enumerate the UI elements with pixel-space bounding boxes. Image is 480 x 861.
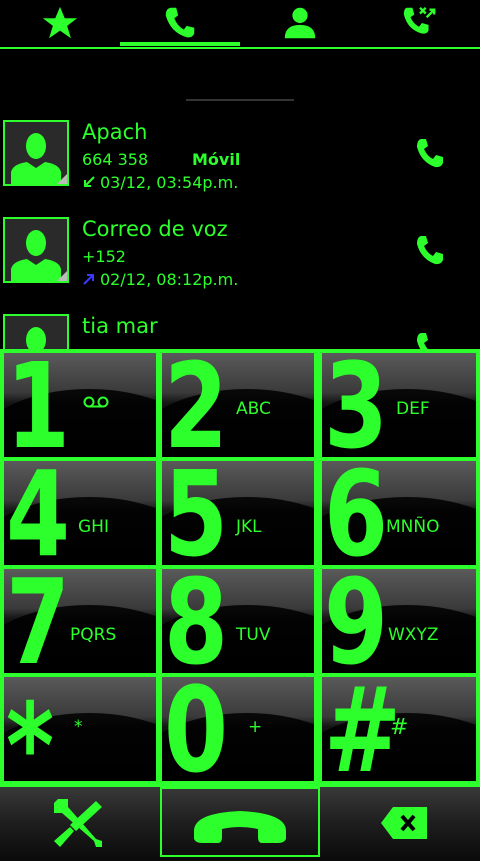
key-digit: 0	[164, 677, 228, 781]
call-log-icon	[403, 6, 436, 34]
dialpad-key-1[interactable]: 1	[4, 353, 156, 457]
active-tab-indicator	[120, 42, 240, 46]
dialpad-key-3[interactable]: 3 DEF	[322, 353, 476, 457]
dialpad: 1 2 ABC 3 DEF 4 GHI 5 JKL 6 MNÑO 7 PQRS	[0, 349, 480, 785]
contact-name: Correo de voz	[82, 217, 228, 241]
dialpad-key-5[interactable]: 5 JKL	[162, 461, 314, 565]
dialpad-key-2[interactable]: 2 ABC	[162, 353, 314, 457]
tab-call-log[interactable]	[360, 0, 480, 46]
tab-bar-divider	[0, 47, 480, 49]
key-letters: MNÑO	[386, 517, 440, 537]
key-letters: ABC	[236, 399, 271, 419]
dialpad-key-8[interactable]: 8 TUV	[162, 569, 314, 673]
key-digit: 1	[6, 353, 70, 457]
key-digit: 8	[164, 569, 228, 673]
contact-silhouette-icon	[11, 133, 61, 184]
handset-icon	[194, 811, 286, 843]
tools-icon	[54, 799, 102, 847]
key-digit: 2	[164, 353, 228, 457]
contact-number: +152	[82, 247, 126, 266]
outgoing-call-arrow-icon	[83, 274, 94, 285]
key-digit: 5	[164, 461, 228, 565]
call-time-text: 03/12, 03:54p.m.	[100, 173, 239, 192]
call-button-icon[interactable]	[414, 233, 448, 269]
call-time-text: 02/12, 08:12p.m.	[100, 270, 239, 289]
person-icon	[284, 7, 316, 39]
call-button-icon[interactable]	[414, 136, 448, 172]
list-handle	[186, 99, 294, 101]
dialpad-key-7[interactable]: 7 PQRS	[4, 569, 156, 673]
voicemail-icon	[83, 396, 109, 408]
settings-button[interactable]	[40, 790, 116, 856]
tab-favorites[interactable]	[0, 0, 120, 46]
dialpad-key-0[interactable]: 0 +	[162, 677, 314, 781]
phone-icon	[165, 7, 195, 38]
number-type: Móvil	[192, 150, 241, 169]
dialpad-key-4[interactable]: 4 GHI	[4, 461, 156, 565]
key-letters: TUV	[236, 625, 271, 645]
call-time: 02/12, 08:12p.m.	[82, 270, 238, 289]
call-time: 03/12, 03:54p.m.	[82, 173, 238, 192]
key-letters: JKL	[236, 517, 262, 537]
incoming-call-arrow-icon	[84, 176, 95, 187]
key-letters: PQRS	[70, 625, 117, 645]
key-letters: WXYZ	[388, 625, 439, 645]
avatar[interactable]	[3, 120, 69, 186]
tab-contacts[interactable]	[240, 0, 360, 46]
dialpad-key-star[interactable]: * *	[4, 677, 156, 781]
key-digit: 6	[324, 461, 388, 565]
key-letters: +	[248, 717, 263, 737]
key-digit: #	[324, 677, 401, 781]
key-digit: 4	[6, 461, 70, 565]
delete-button[interactable]	[360, 790, 450, 856]
key-letters: DEF	[396, 399, 430, 419]
contact-number: 664 358	[82, 150, 149, 169]
key-digit: 7	[6, 569, 70, 673]
key-letters: *	[74, 717, 83, 737]
dialpad-key-hash[interactable]: # #	[322, 677, 476, 781]
call-log-item[interactable]: Apach 664 358 Móvil 03/12, 03:54p.m.	[0, 120, 480, 212]
key-digit: *	[6, 677, 54, 781]
contact-silhouette-icon	[11, 230, 61, 281]
call-button[interactable]	[160, 787, 320, 857]
dialpad-key-6[interactable]: 6 MNÑO	[322, 461, 476, 565]
avatar[interactable]	[3, 217, 69, 283]
dialpad-key-9[interactable]: 9 WXYZ	[322, 569, 476, 673]
key-letters: GHI	[78, 517, 109, 537]
key-digit: 9	[324, 569, 388, 673]
key-digit: 3	[324, 353, 388, 457]
backspace-icon	[381, 807, 427, 839]
contact-name: tia mar	[82, 314, 158, 338]
call-log-item[interactable]: Correo de voz +152 02/12, 08:12p.m.	[0, 217, 480, 309]
tab-bar	[0, 0, 480, 50]
tab-phone[interactable]	[120, 0, 240, 46]
contact-name: Apach	[82, 120, 148, 144]
star-icon	[42, 6, 78, 39]
key-letters: #	[390, 715, 409, 740]
